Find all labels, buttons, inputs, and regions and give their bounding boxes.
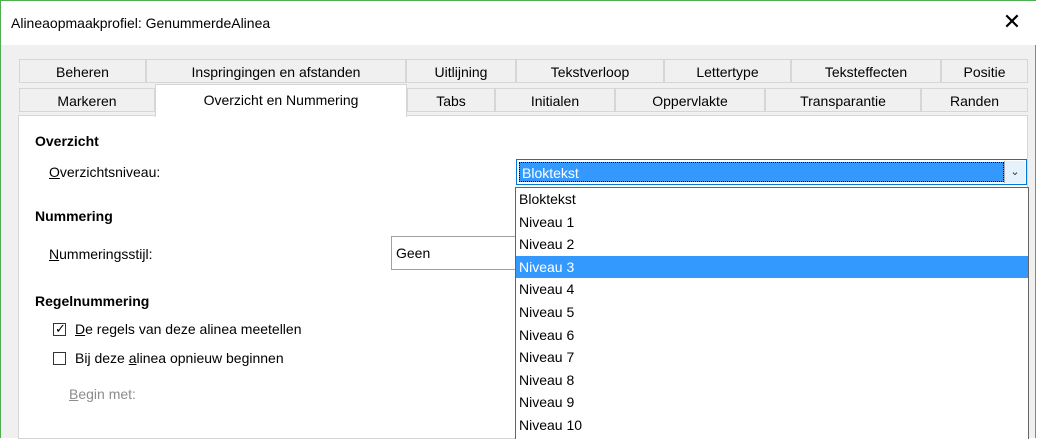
tab-overzicht-en-nummering[interactable]: Overzicht en Nummering	[155, 84, 407, 117]
restart-numbering-checkbox[interactable]	[53, 352, 66, 365]
dropdown-option[interactable]: Niveau 2	[516, 233, 1028, 256]
dropdown-option[interactable]: Niveau 7	[516, 346, 1028, 369]
begin-with-mnemonic: B	[69, 386, 79, 402]
tab-inspringingen-en-afstanden[interactable]: Inspringingen en afstanden	[146, 59, 406, 83]
dropdown-option[interactable]: Niveau 5	[516, 301, 1028, 324]
outline-level-select[interactable]: Bloktekst ⌄	[516, 159, 1027, 185]
tab-teksteffecten[interactable]: Teksteffecten	[791, 59, 941, 83]
window-title: Alineaopmaakprofiel: GenummerdeAlinea	[11, 15, 271, 31]
checkmark-icon: ✓	[55, 321, 66, 336]
tab-transparantie[interactable]: Transparantie	[765, 88, 921, 112]
chevron-down-icon[interactable]: ⌄	[1004, 161, 1025, 183]
numbering-style-label-text: ummeringsstijl:	[59, 246, 153, 262]
count-lines-mnemonic: D	[75, 321, 86, 337]
numbering-style-label-mnemonic: N	[49, 246, 60, 262]
nummering-heading: Nummering	[35, 208, 113, 224]
tab-tabs[interactable]: Tabs	[407, 88, 495, 112]
dropdown-option[interactable]: Niveau 8	[516, 369, 1028, 392]
dropdown-option[interactable]: Niveau 10	[516, 414, 1028, 437]
restart-label-mnemonic: a	[128, 350, 137, 366]
outline-level-value: Bloktekst	[519, 162, 1004, 182]
paragraph-style-dialog: Alineaopmaakprofiel: GenummerdeAlinea ✕ …	[0, 0, 1037, 439]
numbering-style-select[interactable]: Geen	[391, 236, 521, 270]
tab-initialen[interactable]: Initialen	[495, 88, 615, 112]
tab-uitlijning[interactable]: Uitlijning	[406, 59, 516, 83]
tab-positie[interactable]: Positie	[941, 59, 1028, 83]
dropdown-option[interactable]: Niveau 6	[516, 324, 1028, 347]
dropdown-option[interactable]: Bloktekst	[516, 188, 1028, 211]
count-lines-text: e regels van deze alinea meetellen	[85, 321, 302, 337]
dropdown-option[interactable]: Niveau 9	[516, 391, 1028, 414]
outline-level-label-text: verzichtsniveau:	[59, 164, 161, 180]
dropdown-option[interactable]: Niveau 1	[516, 211, 1028, 234]
tab-lettertype[interactable]: Lettertype	[664, 59, 791, 83]
dropdown-option[interactable]: Niveau 3	[516, 255, 1028, 279]
restart-label-pre: Bij deze	[75, 350, 129, 366]
tab-beheren[interactable]: Beheren	[19, 59, 146, 83]
begin-with-label: Begin met:	[69, 386, 136, 402]
close-icon[interactable]: ✕	[997, 7, 1027, 37]
tab-markeren[interactable]: Markeren	[19, 88, 155, 112]
begin-with-text: egin met:	[78, 386, 136, 402]
numbering-style-label: Nummeringsstijl:	[49, 246, 152, 262]
title-bar: Alineaopmaakprofiel: GenummerdeAlinea ✕	[1, 1, 1037, 45]
overzicht-heading: Overzicht	[35, 133, 99, 149]
restart-numbering-label[interactable]: Bij deze alinea opnieuw beginnen	[75, 350, 284, 366]
restart-label-text: linea opnieuw beginnen	[136, 350, 284, 366]
count-lines-label[interactable]: De regels van deze alinea meetellen	[75, 321, 302, 337]
outline-level-label: Overzichtsniveau:	[49, 164, 160, 180]
dropdown-option[interactable]: Niveau 4	[516, 278, 1028, 301]
count-lines-checkbox[interactable]: ✓	[53, 321, 66, 336]
tab-tekstverloop[interactable]: Tekstverloop	[516, 59, 664, 83]
tab-oppervlakte[interactable]: Oppervlakte	[615, 88, 765, 112]
outline-level-dropdown-list: Bloktekst Niveau 1 Niveau 2 Niveau 3 Niveau …	[515, 187, 1029, 439]
regelnummering-heading: Regelnummering	[35, 293, 150, 309]
outline-level-label-mnemonic: O	[49, 164, 60, 180]
tab-randen[interactable]: Randen	[921, 88, 1028, 112]
